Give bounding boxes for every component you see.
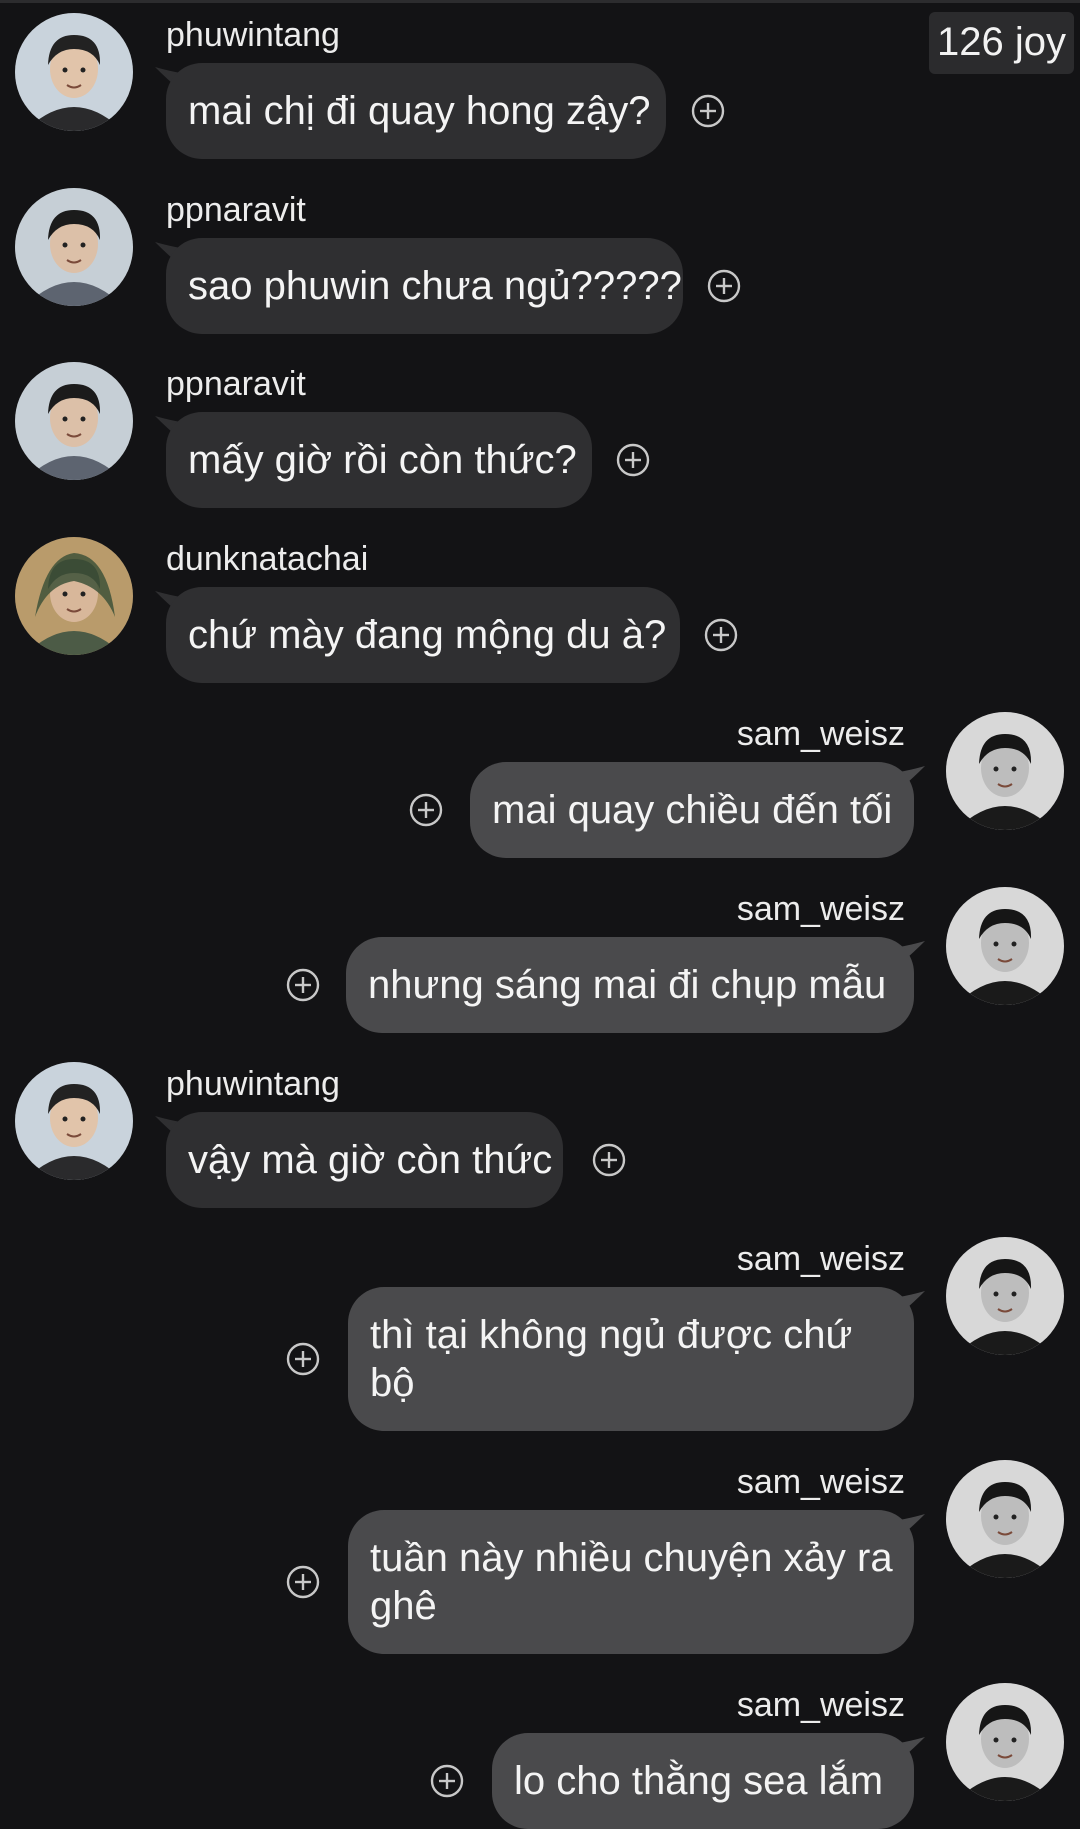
message-bubble[interactable]: tuần này nhiều chuyện xảy ra ghê — [348, 1510, 914, 1654]
message-bubble[interactable]: nhưng sáng mai đi chụp mẫu — [346, 937, 914, 1033]
avatar-phuwintang[interactable] — [15, 13, 133, 131]
add-reaction-plus-icon[interactable] — [286, 1342, 320, 1376]
message-username[interactable]: sam_weisz — [737, 889, 905, 929]
message-text: lo cho thằng sea lắm — [514, 1759, 884, 1803]
message-username[interactable]: phuwintang — [166, 15, 340, 55]
avatar-sam-weisz[interactable] — [946, 887, 1064, 1005]
avatar-ppnaravit[interactable] — [15, 362, 133, 480]
avatar-sam-weisz[interactable] — [946, 1460, 1064, 1578]
avatar-sam-weisz[interactable] — [946, 1683, 1064, 1801]
message-username[interactable]: ppnaravit — [166, 190, 306, 230]
avatar-dunknatachai[interactable] — [15, 537, 133, 655]
message-text: mai chị đi quay hong zậy? — [188, 89, 651, 133]
message-text: tuần này nhiều chuyện xảy ra — [370, 1536, 893, 1580]
add-reaction-plus-icon[interactable] — [592, 1143, 626, 1177]
avatar-phuwintang[interactable] — [15, 1062, 133, 1180]
message-bubble[interactable]: mai quay chiều đến tối — [470, 762, 914, 858]
message-text: thì tại không ngủ được chứ — [370, 1313, 853, 1357]
add-reaction-plus-icon[interactable] — [691, 94, 725, 128]
message-bubble[interactable]: thì tại không ngủ được chứ bộ — [348, 1287, 914, 1431]
message-username[interactable]: sam_weisz — [737, 1239, 905, 1279]
message-username[interactable]: dunknatachai — [166, 539, 368, 579]
message-text: mai quay chiều đến tối — [492, 788, 893, 832]
joy-counter-badge[interactable]: 126 joy — [929, 12, 1074, 74]
add-reaction-plus-icon[interactable] — [286, 1565, 320, 1599]
avatar-sam-weisz[interactable] — [946, 1237, 1064, 1355]
add-reaction-plus-icon[interactable] — [286, 968, 320, 1002]
add-reaction-plus-icon[interactable] — [704, 618, 738, 652]
message-text: chứ mày đang mộng du à? — [188, 613, 667, 657]
message-text: vậy mà giờ còn thức — [188, 1138, 553, 1182]
avatar-ppnaravit[interactable] — [15, 188, 133, 306]
message-text: sao phuwin chưa ngủ????? — [188, 264, 682, 308]
message-username[interactable]: sam_weisz — [737, 1462, 905, 1502]
top-divider — [0, 0, 1080, 3]
message-bubble[interactable]: sao phuwin chưa ngủ????? — [166, 238, 683, 334]
add-reaction-plus-icon[interactable] — [707, 269, 741, 303]
add-reaction-plus-icon[interactable] — [409, 793, 443, 827]
message-text: mấy giờ rồi còn thức? — [188, 438, 577, 482]
message-username[interactable]: ppnaravit — [166, 364, 306, 404]
add-reaction-plus-icon[interactable] — [430, 1764, 464, 1798]
avatar-sam-weisz[interactable] — [946, 712, 1064, 830]
chat-thread: 126 joy phuwintang mai chị đi quay hong z… — [0, 0, 1080, 1829]
message-bubble[interactable]: mấy giờ rồi còn thức? — [166, 412, 592, 508]
message-username[interactable]: phuwintang — [166, 1064, 340, 1104]
message-bubble[interactable]: lo cho thằng sea lắm — [492, 1733, 914, 1829]
message-bubble[interactable]: vậy mà giờ còn thức — [166, 1112, 563, 1208]
message-text: nhưng sáng mai đi chụp mẫu — [368, 963, 887, 1007]
message-bubble[interactable]: chứ mày đang mộng du à? — [166, 587, 680, 683]
message-username[interactable]: sam_weisz — [737, 714, 905, 754]
message-username[interactable]: sam_weisz — [737, 1685, 905, 1725]
add-reaction-plus-icon[interactable] — [616, 443, 650, 477]
message-text: bộ — [370, 1361, 415, 1405]
message-text: ghê — [370, 1584, 437, 1628]
message-bubble[interactable]: mai chị đi quay hong zậy? — [166, 63, 666, 159]
